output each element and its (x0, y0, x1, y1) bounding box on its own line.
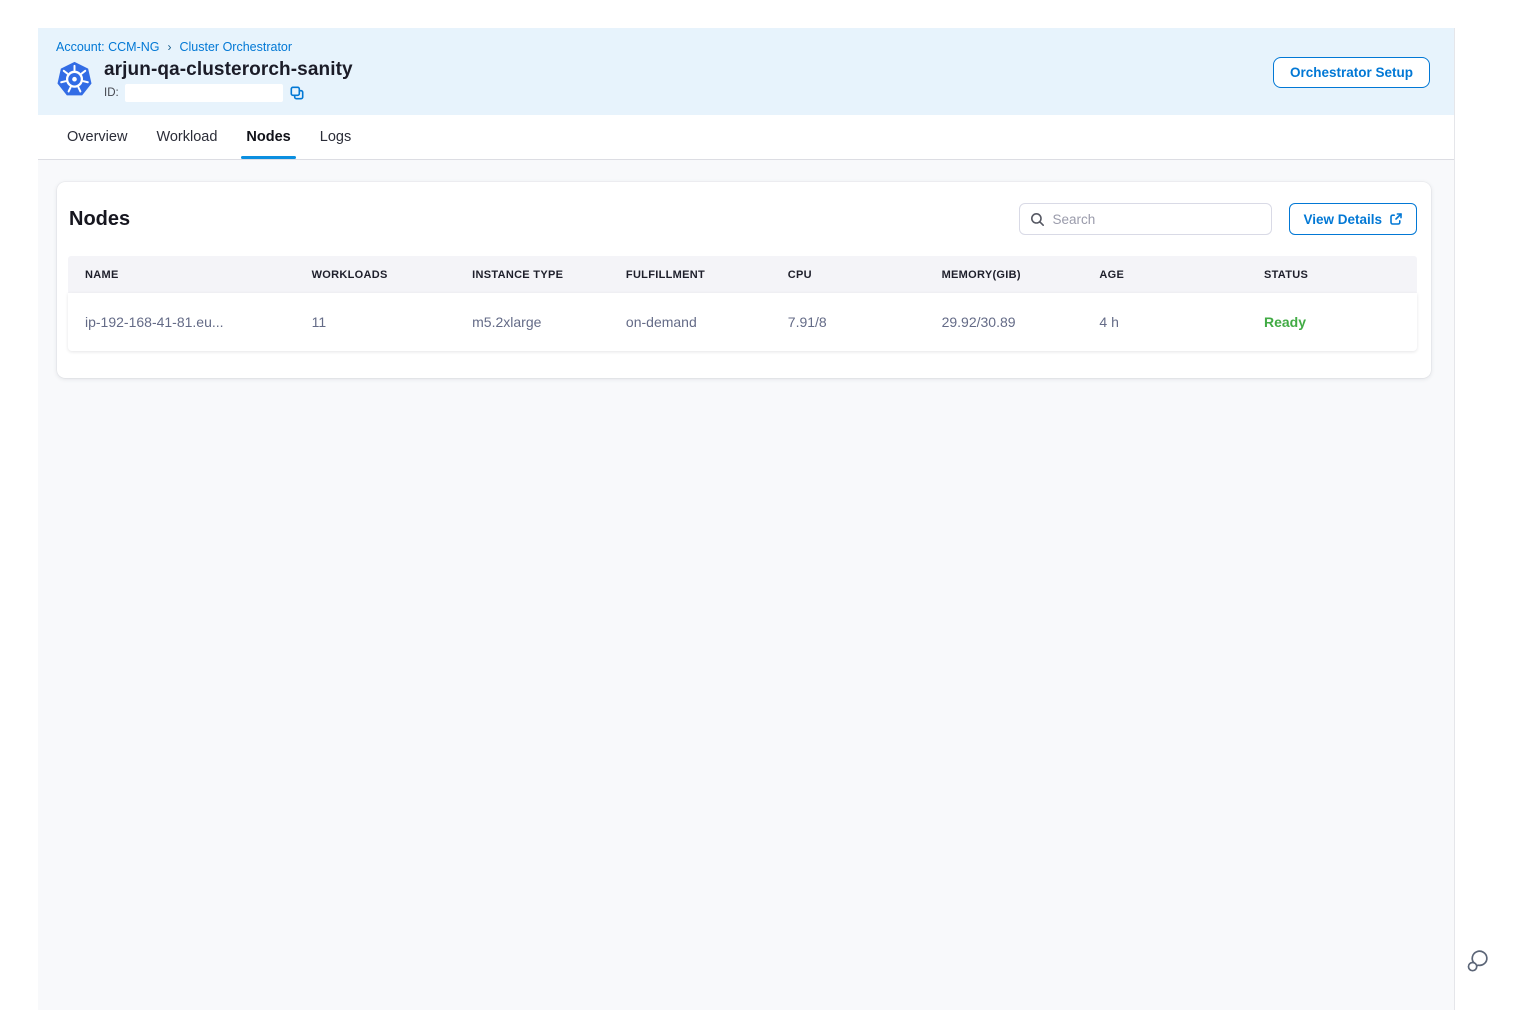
chat-icon[interactable] (1465, 947, 1492, 976)
app-container: Account: CCM-NG › Cluster Orchestrator (38, 28, 1455, 1010)
search-box (1019, 203, 1272, 235)
view-details-label: View Details (1303, 212, 1382, 227)
copy-icon[interactable] (289, 85, 305, 101)
external-link-icon (1389, 212, 1403, 226)
nodes-panel-header: Nodes View Details (68, 203, 1417, 235)
kubernetes-icon (56, 60, 93, 98)
cell-memory: 29.92/30.89 (925, 314, 1083, 330)
title-row: arjun-qa-clusterorch-sanity ID: (56, 59, 1430, 102)
title-block: arjun-qa-clusterorch-sanity ID: (104, 59, 353, 102)
nodes-table-header: NAME WORKLOADS INSTANCE TYPE FULFILLMENT… (68, 256, 1417, 293)
tab-bar: Overview Workload Nodes Logs (38, 115, 1454, 160)
search-icon (1030, 212, 1045, 227)
column-header-instance-type: INSTANCE TYPE (455, 269, 609, 281)
column-header-fulfillment: FULFILLMENT (609, 269, 771, 281)
breadcrumb-link-cluster-orchestrator[interactable]: Cluster Orchestrator (180, 40, 293, 54)
table-row[interactable]: ip-192-168-41-81.eu... 11 m5.2xlarge on-… (68, 293, 1417, 351)
id-value-redacted (125, 84, 283, 102)
column-header-memory: MEMORY(GIB) (925, 269, 1083, 281)
status-badge: Ready (1247, 314, 1417, 330)
orchestrator-setup-button[interactable]: Orchestrator Setup (1273, 57, 1430, 88)
id-label: ID: (104, 87, 119, 99)
panel-title: Nodes (69, 208, 130, 231)
breadcrumb: Account: CCM-NG › Cluster Orchestrator (56, 40, 1430, 54)
cluster-id-row: ID: (104, 84, 353, 102)
tab-overview[interactable]: Overview (65, 115, 129, 159)
column-header-name: NAME (68, 269, 295, 281)
cell-node-name: ip-192-168-41-81.eu... (68, 314, 295, 330)
view-details-button[interactable]: View Details (1289, 203, 1417, 235)
cell-cpu: 7.91/8 (771, 314, 925, 330)
tab-workload[interactable]: Workload (154, 115, 219, 159)
cell-instance-type: m5.2xlarge (455, 314, 609, 330)
breadcrumb-separator-icon: › (168, 40, 172, 54)
tab-nodes[interactable]: Nodes (244, 115, 292, 159)
tab-logs[interactable]: Logs (318, 115, 353, 159)
column-header-cpu: CPU (771, 269, 925, 281)
column-header-age: AGE (1082, 269, 1247, 281)
content-area: Nodes View Details (38, 160, 1454, 1010)
page-header: Account: CCM-NG › Cluster Orchestrator (38, 28, 1454, 115)
nodes-panel: Nodes View Details (57, 182, 1431, 378)
column-header-status: STATUS (1247, 269, 1417, 281)
panel-controls: View Details (1019, 203, 1417, 235)
search-input[interactable] (1052, 212, 1261, 227)
cell-fulfillment: on-demand (609, 314, 771, 330)
column-header-workloads: WORKLOADS (295, 269, 456, 281)
page-title: arjun-qa-clusterorch-sanity (104, 59, 353, 81)
nodes-table: NAME WORKLOADS INSTANCE TYPE FULFILLMENT… (68, 256, 1417, 351)
cell-age: 4 h (1082, 314, 1247, 330)
cell-workloads: 11 (295, 314, 456, 330)
breadcrumb-link-account[interactable]: Account: CCM-NG (56, 40, 160, 54)
